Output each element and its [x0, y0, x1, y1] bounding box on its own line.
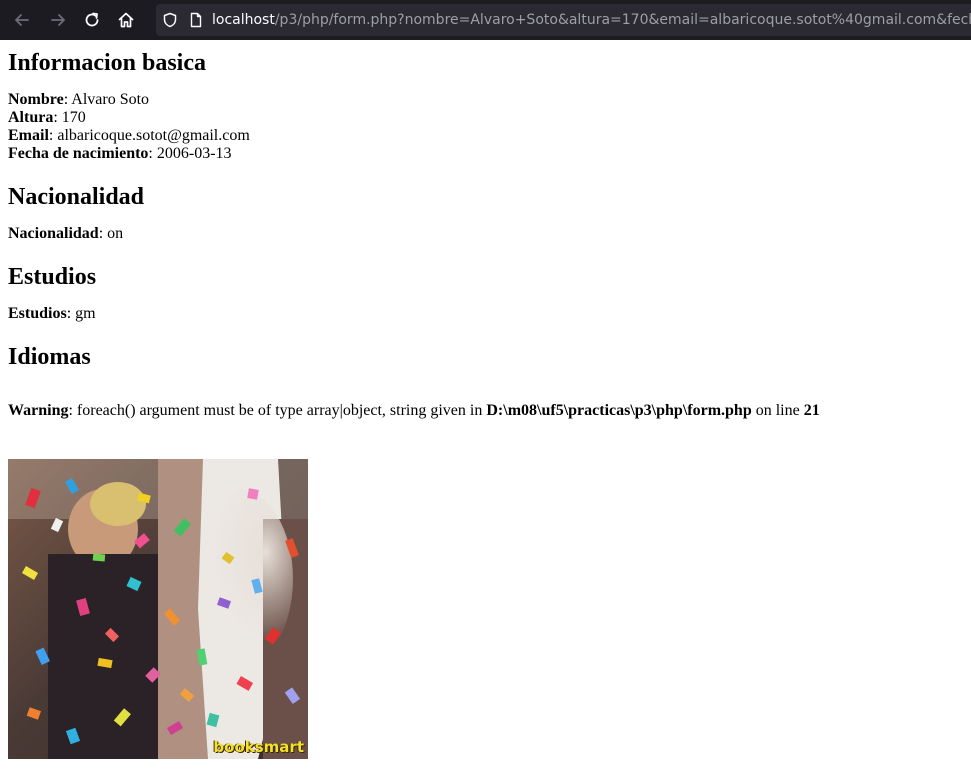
- url-text[interactable]: localhost/p3/php/form.php?nombre=Alvaro+…: [212, 12, 971, 28]
- field-email: Email: albaricoque.sotot@gmail.com: [8, 127, 963, 145]
- field-value: : albaricoque.sotot@gmail.com: [48, 127, 250, 144]
- page-content: Informacion basica Nombre: Alvaro Soto A…: [8, 40, 963, 420]
- field-value: : gm: [66, 305, 96, 322]
- url-host: localhost: [212, 12, 275, 28]
- field-label: Nombre: [8, 91, 64, 108]
- arrow-right-icon: [51, 14, 65, 26]
- field-value: : on: [98, 225, 124, 242]
- home-button[interactable]: [112, 6, 140, 34]
- booksmart-gif: booksmart: [8, 459, 308, 759]
- confetti-image: [8, 459, 308, 759]
- page-icon[interactable]: [188, 11, 204, 29]
- field-nacionalidad: Nacionalidad: on: [8, 225, 963, 243]
- field-label: Estudios: [8, 305, 67, 322]
- field-label: Altura: [8, 109, 54, 126]
- nacionalidad-fields: Nacionalidad: on: [8, 225, 963, 243]
- heading-estudios: Estudios: [8, 264, 97, 290]
- heading-idiomas: Idiomas: [8, 344, 91, 370]
- reload-button[interactable]: [78, 6, 106, 34]
- field-fecha-nacimiento: Fecha de nacimiento: 2006-03-13: [8, 145, 963, 163]
- field-altura: Altura: 170: [8, 109, 963, 127]
- field-label: Nacionalidad: [8, 225, 99, 242]
- estudios-fields: Estudios: gm: [8, 305, 963, 323]
- gif-caption: booksmart: [213, 738, 304, 756]
- heading-nacionalidad: Nacionalidad: [8, 184, 145, 210]
- heading-informacion-basica: Informacion basica: [8, 50, 206, 76]
- field-estudios: Estudios: gm: [8, 305, 963, 323]
- field-value: : Alvaro Soto: [63, 91, 150, 108]
- back-button[interactable]: [8, 6, 36, 34]
- arrow-left-icon: [15, 14, 29, 26]
- browser-toolbar: localhost/p3/php/form.php?nombre=Alvaro+…: [0, 0, 971, 40]
- field-label: Email: [8, 127, 49, 144]
- info-fields: Nombre: Alvaro Soto Altura: 170 Email: a…: [8, 91, 963, 163]
- home-icon: [118, 12, 134, 28]
- warning-message: : foreach() argument must be of type arr…: [68, 402, 487, 419]
- warning-line-number: 21: [803, 402, 820, 419]
- field-value: : 2006-03-13: [148, 145, 232, 162]
- field-nombre: Nombre: Alvaro Soto: [8, 91, 963, 109]
- warning-label: Warning: [8, 402, 69, 419]
- warning-file: D:\m08\uf5\practicas\p3\php\form.php: [486, 402, 752, 419]
- field-label: Fecha de nacimiento: [8, 145, 149, 162]
- reload-icon: [85, 12, 99, 27]
- shield-icon[interactable]: [162, 11, 178, 29]
- field-value: : 170: [53, 109, 86, 126]
- forward-button[interactable]: [44, 6, 72, 34]
- php-warning: Warning: foreach() argument must be of t…: [8, 402, 963, 420]
- url-path: /p3/php/form.php?nombre=Alvaro+Soto&altu…: [274, 12, 971, 28]
- url-bar[interactable]: localhost/p3/php/form.php?nombre=Alvaro+…: [156, 4, 971, 36]
- warning-on-line: on line: [751, 402, 804, 419]
